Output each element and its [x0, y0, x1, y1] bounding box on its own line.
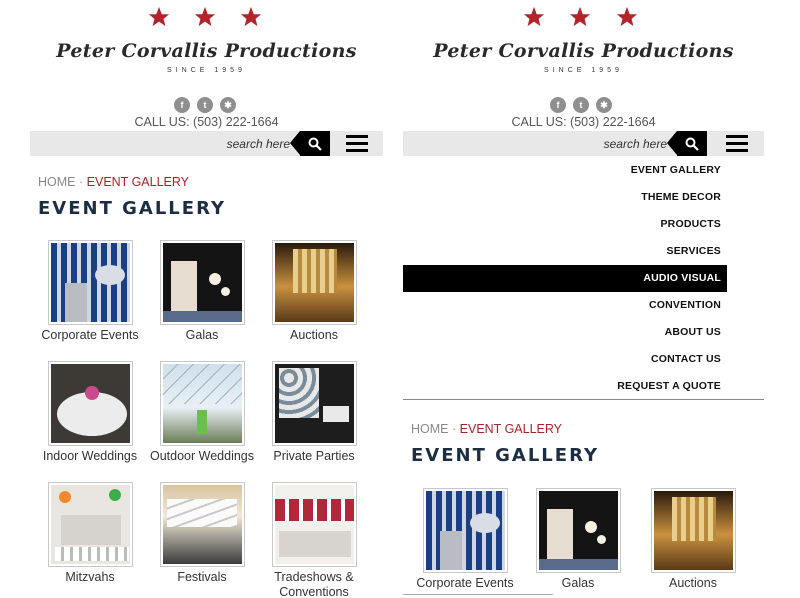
search-input[interactable]	[403, 131, 675, 156]
search-input[interactable]	[30, 131, 298, 156]
breadcrumb: HOME · EVENT GALLERY	[38, 175, 189, 189]
gallery-thumbnail[interactable]	[47, 361, 133, 446]
gallery-item-festivals[interactable]: Festivals	[146, 482, 258, 585]
brand-stars	[30, 6, 383, 30]
gallery-caption[interactable]: Mitzvahs	[34, 570, 146, 585]
gallery-divider	[403, 594, 553, 595]
nav-item-about-us[interactable]: ABOUT US	[403, 319, 727, 346]
nav-item-event-gallery[interactable]: EVENT GALLERY	[403, 157, 727, 184]
nav-item-services[interactable]: SERVICES	[403, 238, 727, 265]
gallery-item-corporate-events[interactable]: Corporate Events	[409, 488, 521, 591]
mobile-view-right-menu-open: Peter Corvallis Productions SINCE 1959 f…	[403, 0, 764, 598]
search-button[interactable]	[290, 131, 330, 156]
gallery-thumbnail[interactable]	[422, 488, 508, 573]
gallery-caption[interactable]: Outdoor Weddings	[146, 449, 258, 464]
breadcrumb-current: EVENT GALLERY	[86, 175, 190, 189]
site-logo[interactable]: Peter Corvallis Productions	[30, 40, 383, 62]
gallery-caption[interactable]: Auctions	[637, 576, 749, 591]
gallery-thumbnail[interactable]	[159, 240, 245, 325]
twitter-icon[interactable]: t	[573, 97, 589, 113]
site-logo[interactable]: Peter Corvallis Productions	[403, 40, 764, 62]
hamburger-menu-button[interactable]	[346, 135, 368, 153]
gallery-item-galas[interactable]: Galas	[146, 240, 258, 343]
gallery-item-corporate-events[interactable]: Corporate Events	[34, 240, 146, 343]
hamburger-menu-button[interactable]	[726, 135, 748, 153]
breadcrumb: HOME · EVENT GALLERY	[411, 422, 562, 436]
breadcrumb-current: EVENT GALLERY	[459, 422, 563, 436]
gallery-caption[interactable]: Private Parties	[258, 449, 370, 464]
gallery-thumbnail[interactable]	[159, 482, 245, 567]
gallery-item-auctions[interactable]: Auctions	[637, 488, 749, 591]
social-links: f t ✱	[30, 97, 383, 114]
gallery-caption[interactable]: Corporate Events	[34, 328, 146, 343]
star-icon	[616, 6, 638, 27]
yelp-icon[interactable]: ✱	[220, 97, 236, 113]
breadcrumb-separator: ·	[451, 422, 457, 436]
gallery-thumbnail[interactable]	[47, 482, 133, 567]
nav-item-products[interactable]: PRODUCTS	[403, 211, 727, 238]
breadcrumb-separator: ·	[78, 175, 84, 189]
since-tagline: SINCE 1959	[167, 67, 246, 74]
gallery-thumbnail[interactable]	[47, 240, 133, 325]
breadcrumb-home[interactable]: HOME	[411, 422, 449, 436]
call-us-phone[interactable]: CALL US: (503) 222-1664	[30, 115, 383, 129]
since-tagline: SINCE 1959	[544, 67, 623, 74]
page-title: EVENT GALLERY	[411, 445, 599, 466]
mobile-view-left: Peter Corvallis Productions SINCE 1959 f…	[30, 0, 383, 598]
gallery-caption[interactable]: Galas	[522, 576, 634, 591]
page-title: EVENT GALLERY	[38, 198, 226, 219]
gallery-item-mitzvahs[interactable]: Mitzvahs	[34, 482, 146, 585]
gallery-item-tradeshows[interactable]: Tradeshows & Conventions	[258, 482, 370, 598]
breadcrumb-home[interactable]: HOME	[38, 175, 76, 189]
twitter-icon[interactable]: t	[197, 97, 213, 113]
gallery-caption[interactable]: Festivals	[146, 570, 258, 585]
gallery-caption[interactable]: Tradeshows & Conventions	[258, 570, 370, 598]
search-icon	[308, 137, 322, 151]
brand-stars	[403, 6, 764, 30]
nav-item-request-a-quote[interactable]: REQUEST A QUOTE	[403, 373, 727, 400]
nav-item-contact-us[interactable]: CONTACT US	[403, 346, 727, 373]
star-icon	[148, 6, 170, 27]
facebook-icon[interactable]: f	[550, 97, 566, 113]
nav-menu-dropdown: EVENT GALLERY THEME DECOR PRODUCTS SERVI…	[403, 157, 727, 400]
gallery-item-private-parties[interactable]: Private Parties	[258, 361, 370, 464]
nav-item-audio-visual[interactable]: AUDIO VISUAL	[403, 265, 727, 292]
search-bar	[403, 131, 764, 156]
gallery-thumbnail[interactable]	[159, 361, 245, 446]
gallery-item-indoor-weddings[interactable]: Indoor Weddings	[34, 361, 146, 464]
search-button[interactable]	[667, 131, 707, 156]
star-icon	[523, 6, 545, 27]
gallery-thumbnail[interactable]	[535, 488, 621, 573]
social-links: f t ✱	[403, 97, 764, 114]
gallery-thumbnail[interactable]	[271, 240, 357, 325]
call-us-phone[interactable]: CALL US: (503) 222-1664	[403, 115, 764, 129]
nav-item-theme-decor[interactable]: THEME DECOR	[403, 184, 727, 211]
gallery-item-outdoor-weddings[interactable]: Outdoor Weddings	[146, 361, 258, 464]
gallery-thumbnail[interactable]	[271, 482, 357, 567]
star-icon	[194, 6, 216, 27]
gallery-caption[interactable]: Auctions	[258, 328, 370, 343]
yelp-icon[interactable]: ✱	[596, 97, 612, 113]
nav-item-convention[interactable]: CONVENTION	[403, 292, 727, 319]
gallery-item-galas[interactable]: Galas	[522, 488, 634, 591]
gallery-item-auctions[interactable]: Auctions	[258, 240, 370, 343]
search-icon	[685, 137, 699, 151]
gallery-thumbnail[interactable]	[650, 488, 736, 573]
gallery-caption[interactable]: Indoor Weddings	[34, 449, 146, 464]
star-icon	[569, 6, 591, 27]
facebook-icon[interactable]: f	[174, 97, 190, 113]
gallery-caption[interactable]: Corporate Events	[409, 576, 521, 591]
gallery-thumbnail[interactable]	[271, 361, 357, 446]
gallery-caption[interactable]: Galas	[146, 328, 258, 343]
search-bar	[30, 131, 383, 156]
menu-divider	[403, 399, 764, 400]
star-icon	[240, 6, 262, 27]
